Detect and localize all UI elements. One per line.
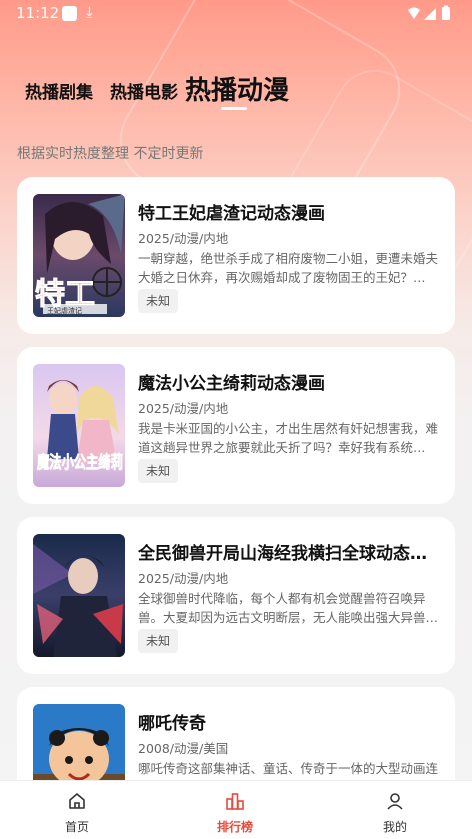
nav-home-label: 首页 [64,820,89,834]
nav-profile-label: 我的 [382,820,407,834]
status-badge: 未知 [138,629,179,653]
status-time: 11:12 [16,4,60,22]
list-item[interactable]: 魔法小公主绮莉 魔法小公主绮莉动态漫画 2025/动漫/内地 我是卡米亚国的小公… [17,347,455,504]
anime-title: 哪吒传奇 [138,714,206,734]
tab-hot-movies[interactable]: 热播电影 [110,78,178,103]
list-item[interactable]: 特工 王妃虐渣记 特工王妃虐渣记动态漫画 2025/动漫/内地 一朝穿越，绝世杀… [17,177,455,334]
active-tab-indicator [221,107,247,110]
nav-ranking-label: 排行榜 [216,820,253,834]
user-icon [387,793,403,810]
anime-description: 一朝穿越，绝世杀手成了相府废物二小姐，更遭未婚夫大婚之日休弃，再次赐婚却成了废物… [138,251,438,285]
nav-profile[interactable]: 我的 [350,781,440,839]
tab-hot-anime[interactable]: 热播动漫 [185,70,289,107]
signal-battery-icon [408,5,450,20]
notification-icon [62,6,77,21]
nav-home[interactable]: 首页 [32,781,122,839]
cover-image [33,534,125,657]
status-badge: 未知 [138,289,179,313]
nav-ranking[interactable]: 排行榜 [190,781,280,839]
download-icon: ⤓ [86,3,93,21]
anime-meta: 2025/动漫/内地 [138,571,229,586]
home-icon [69,793,85,809]
anime-meta: 2025/动漫/内地 [138,401,229,416]
cover-image: 特工 王妃虐渣记 [33,194,125,317]
anime-meta: 2008/动漫/美国 [138,741,229,756]
anime-description: 我是卡米亚国的小公主，才出生居然有奸妃想害我，难道这趟异世界之旅要就此夭折了吗？… [138,421,438,455]
cover-image: 魔法小公主绮莉 [33,364,125,487]
status-badge: 未知 [138,459,179,483]
list-item[interactable]: 全民御兽开局山海经我横扫全球动态漫… 2025/动漫/内地 全球御兽时代降临，每… [17,517,455,674]
anime-title: 全民御兽开局山海经我横扫全球动态漫… [138,544,438,564]
svg-text:王妃虐渣记: 王妃虐渣记 [47,306,82,315]
bottom-navigation: 首页 排行榜 我的 [0,780,472,839]
anime-description: 全球御兽时代降临，每个人都有机会觉醒兽符召唤异兽。大夏却因为远古文明断层，无人能… [138,591,438,625]
anime-meta: 2025/动漫/内地 [138,231,229,246]
svg-text:魔法小公主绮莉: 魔法小公主绮莉 [37,452,123,473]
anime-title: 魔法小公主绮莉动态漫画 [138,374,325,394]
anime-title: 特工王妃虐渣记动态漫画 [138,204,325,224]
ranking-icon [226,793,244,810]
status-bar: 11:12 ⤓ [0,0,472,26]
tab-hot-series[interactable]: 热播剧集 [25,78,93,103]
page-subtitle: 根据实时热度整理 不定时更新 [17,146,204,162]
